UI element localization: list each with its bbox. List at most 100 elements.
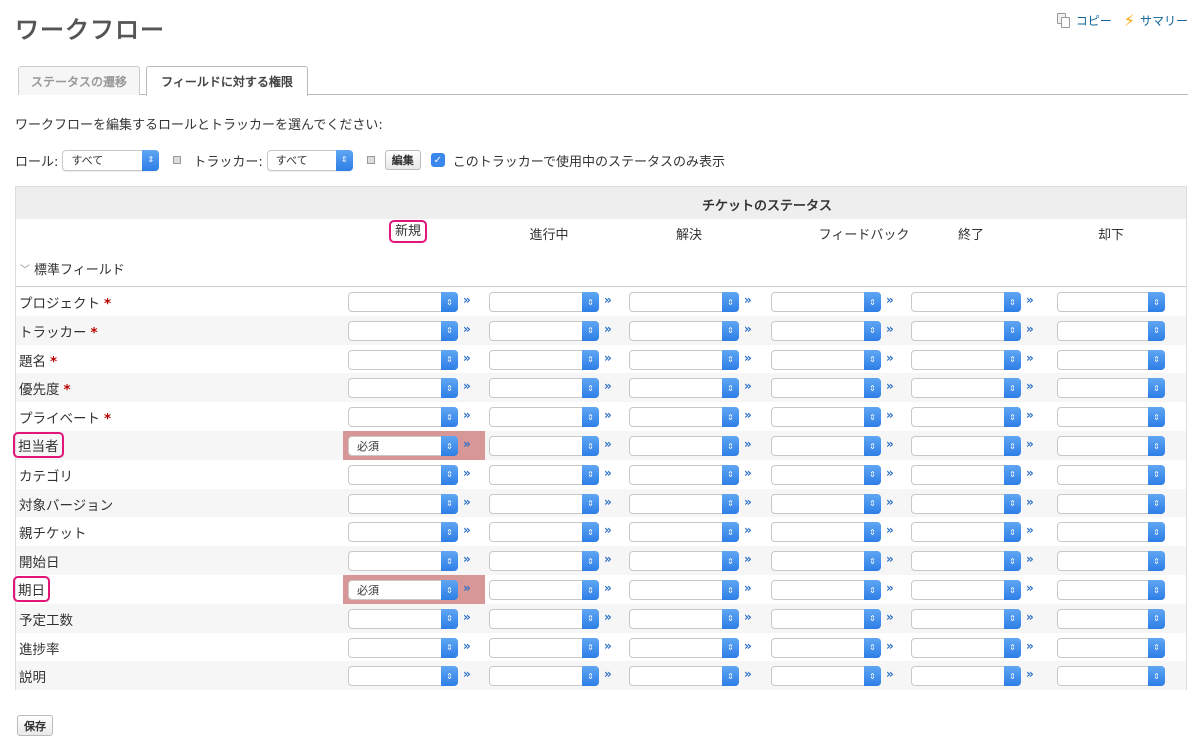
permission-select[interactable]: ⇕ bbox=[771, 551, 881, 572]
permission-select[interactable]: ⇕ bbox=[771, 378, 881, 399]
tracker-select[interactable]: すべて ⇕ bbox=[266, 149, 353, 171]
copy-right-icon[interactable]: » bbox=[463, 639, 471, 653]
permission-select[interactable]: ⇕ bbox=[489, 464, 599, 485]
copy-right-icon[interactable]: » bbox=[1026, 437, 1034, 451]
permission-select[interactable]: ⇕ bbox=[489, 436, 599, 456]
copy-right-icon[interactable]: » bbox=[604, 293, 612, 307]
copy-right-icon[interactable]: » bbox=[604, 667, 612, 681]
permission-select[interactable]: ⇕ bbox=[911, 292, 1021, 312]
permission-select[interactable]: ⇕ bbox=[1057, 608, 1165, 629]
copy-right-icon[interactable]: » bbox=[604, 437, 612, 451]
copy-right-icon[interactable]: » bbox=[604, 523, 612, 537]
permission-select[interactable]: ⇕ bbox=[771, 436, 881, 456]
permission-select[interactable]: ⇕ bbox=[1057, 407, 1165, 428]
copy-right-icon[interactable]: » bbox=[744, 552, 752, 566]
permission-select[interactable]: ⇕ bbox=[348, 464, 458, 485]
permission-select[interactable]: ⇕ bbox=[348, 522, 458, 543]
permission-select[interactable]: ⇕ bbox=[911, 666, 1021, 687]
permission-select[interactable]: ⇕ bbox=[629, 320, 739, 341]
copy-right-icon[interactable]: » bbox=[886, 437, 894, 451]
permission-select[interactable]: ⇕ bbox=[771, 464, 881, 485]
copy-right-icon[interactable]: » bbox=[886, 552, 894, 566]
section-standard-fields[interactable]: ﹀ 標準フィールド bbox=[20, 259, 125, 278]
copy-right-icon[interactable]: » bbox=[1026, 322, 1034, 336]
copy-right-icon[interactable]: » bbox=[744, 437, 752, 451]
copy-right-icon[interactable]: » bbox=[463, 495, 471, 509]
permission-select[interactable]: ⇕ bbox=[629, 551, 739, 572]
copy-right-icon[interactable]: » bbox=[886, 293, 894, 307]
permission-select[interactable]: ⇕ bbox=[348, 320, 458, 341]
permission-select[interactable]: ⇕ bbox=[348, 407, 458, 428]
permission-select[interactable]: ⇕ bbox=[911, 464, 1021, 485]
permission-select[interactable]: ⇕ bbox=[489, 378, 599, 399]
permission-select[interactable]: ⇕ bbox=[489, 666, 599, 687]
permission-select[interactable]: ⇕ bbox=[629, 637, 739, 658]
permission-select[interactable]: ⇕ bbox=[348, 378, 458, 399]
permission-select[interactable]: ⇕ bbox=[629, 378, 739, 399]
copy-right-icon[interactable]: » bbox=[744, 379, 752, 393]
copy-right-icon[interactable]: » bbox=[604, 610, 612, 624]
copy-right-icon[interactable]: » bbox=[1026, 293, 1034, 307]
permission-select[interactable]: ⇕ bbox=[771, 666, 881, 687]
permission-select[interactable]: ⇕ bbox=[771, 637, 881, 658]
copy-right-icon[interactable]: » bbox=[1026, 639, 1034, 653]
copy-right-icon[interactable]: » bbox=[886, 351, 894, 365]
copy-right-icon[interactable]: » bbox=[744, 667, 752, 681]
copy-right-icon[interactable]: » bbox=[463, 466, 471, 480]
permission-select[interactable]: ⇕ bbox=[1057, 292, 1165, 312]
copy-right-icon[interactable]: » bbox=[463, 322, 471, 336]
permission-select[interactable]: ⇕ bbox=[629, 436, 739, 456]
expand-toggle-icon[interactable] bbox=[173, 156, 182, 164]
copy-right-icon[interactable]: » bbox=[604, 495, 612, 509]
edit-button[interactable]: 編集 bbox=[384, 150, 421, 170]
tab-field-permissions[interactable]: フィールドに対する権限 bbox=[146, 66, 308, 96]
copy-right-icon[interactable]: » bbox=[744, 466, 752, 480]
permission-select[interactable]: ⇕ bbox=[911, 407, 1021, 428]
permission-select[interactable]: ⇕ bbox=[1057, 464, 1165, 485]
copy-right-icon[interactable]: » bbox=[886, 610, 894, 624]
copy-right-icon[interactable]: » bbox=[886, 581, 894, 595]
expand-toggle-icon[interactable] bbox=[366, 156, 375, 164]
copy-right-icon[interactable]: » bbox=[744, 293, 752, 307]
copy-right-icon[interactable]: » bbox=[1026, 581, 1034, 595]
permission-select[interactable]: ⇕ bbox=[771, 320, 881, 341]
permission-select[interactable]: ⇕ bbox=[489, 349, 599, 370]
copy-right-icon[interactable]: » bbox=[463, 437, 471, 451]
permission-select[interactable]: ⇕ bbox=[629, 407, 739, 428]
copy-right-icon[interactable]: » bbox=[1026, 408, 1034, 422]
permission-select[interactable]: ⇕ bbox=[911, 349, 1021, 370]
copy-right-icon[interactable]: » bbox=[1026, 523, 1034, 537]
copy-right-icon[interactable]: » bbox=[1026, 466, 1034, 480]
copy-right-icon[interactable]: » bbox=[604, 466, 612, 480]
permission-select[interactable]: ⇕ bbox=[1057, 378, 1165, 399]
copy-right-icon[interactable]: » bbox=[463, 351, 471, 365]
copy-right-icon[interactable]: » bbox=[886, 408, 894, 422]
permission-select[interactable]: ⇕ bbox=[348, 666, 458, 687]
permission-select[interactable]: ⇕ bbox=[1057, 320, 1165, 341]
permission-select[interactable]: ⇕ bbox=[489, 407, 599, 428]
permission-select[interactable]: ⇕ bbox=[489, 522, 599, 543]
copy-right-icon[interactable]: » bbox=[463, 293, 471, 307]
permission-select[interactable]: ⇕ bbox=[489, 292, 599, 312]
permission-select[interactable]: ⇕ bbox=[489, 608, 599, 629]
copy-right-icon[interactable]: » bbox=[604, 639, 612, 653]
permission-select[interactable]: ⇕ bbox=[348, 349, 458, 370]
permission-select[interactable]: ⇕ bbox=[771, 522, 881, 543]
copy-right-icon[interactable]: » bbox=[886, 639, 894, 653]
copy-right-icon[interactable]: » bbox=[744, 322, 752, 336]
permission-select[interactable]: ⇕ bbox=[1057, 637, 1165, 658]
permission-select[interactable]: ⇕ bbox=[489, 637, 599, 658]
copy-right-icon[interactable]: » bbox=[604, 379, 612, 393]
copy-right-icon[interactable]: » bbox=[886, 379, 894, 393]
copy-right-icon[interactable]: » bbox=[744, 639, 752, 653]
copy-right-icon[interactable]: » bbox=[886, 466, 894, 480]
permission-select[interactable]: ⇕ bbox=[629, 349, 739, 370]
copy-right-icon[interactable]: » bbox=[886, 523, 894, 537]
permission-select[interactable]: ⇕ bbox=[1057, 522, 1165, 543]
copy-right-icon[interactable]: » bbox=[463, 523, 471, 537]
permission-select[interactable]: ⇕ bbox=[489, 493, 599, 514]
copy-right-icon[interactable]: » bbox=[744, 351, 752, 365]
permission-select[interactable]: ⇕ bbox=[348, 637, 458, 658]
copy-right-icon[interactable]: » bbox=[1026, 552, 1034, 566]
copy-right-icon[interactable]: » bbox=[604, 322, 612, 336]
